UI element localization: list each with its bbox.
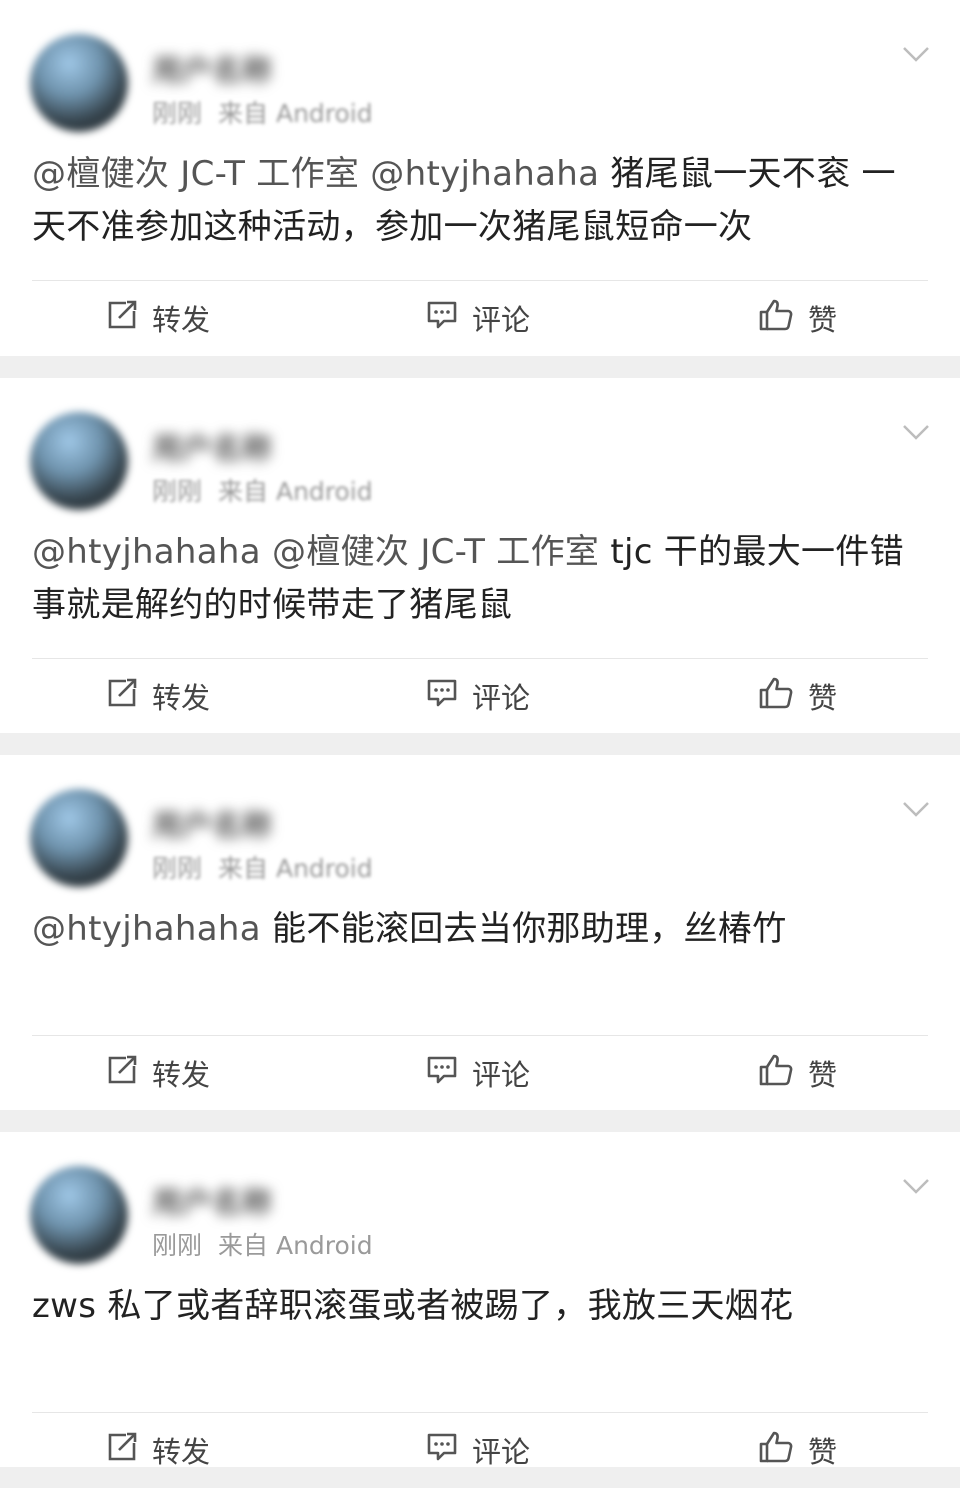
post-source: 来自 Android <box>218 477 373 506</box>
post-meta: 刚刚 来自 Android <box>152 94 373 130</box>
repost-icon <box>106 299 152 338</box>
like-label: 赞 <box>808 303 838 337</box>
comment-label: 评论 <box>472 1058 531 1092</box>
comment-button[interactable]: 评论 <box>426 1035 530 1111</box>
thumbs-up-icon <box>758 298 808 339</box>
like-label: 赞 <box>808 681 838 715</box>
comment-feed: 用户名称 刚刚 来自 Android @檀健次 JC-T 工作室 @htyjhahah… <box>0 0 960 1469</box>
post-time: 刚刚 <box>152 99 203 128</box>
username[interactable]: 用户名称 <box>152 1178 272 1222</box>
comment-icon <box>426 300 472 337</box>
post-meta: 刚刚 来自 Android <box>152 1226 373 1262</box>
avatar[interactable] <box>30 34 128 132</box>
mention-link[interactable]: @htyjhahaha @檀健次 JC-T 工作室 <box>32 532 610 572</box>
comment-text: @檀健次 JC-T 工作室 @htyjhahaha 猪尾鼠一天不衮 一天不准参加… <box>32 148 920 254</box>
comment-text: @htyjhahaha @檀健次 JC-T 工作室 tjc 干的最大一件错事就是… <box>32 526 920 632</box>
like-label: 赞 <box>808 1435 838 1469</box>
comment-label: 评论 <box>472 303 531 337</box>
like-label: 赞 <box>808 1058 838 1092</box>
action-bar: 转发 评论 赞 <box>0 658 960 734</box>
repost-button[interactable]: 转发 <box>106 1035 210 1111</box>
like-button[interactable]: 赞 <box>758 1412 837 1488</box>
comment-button[interactable]: 评论 <box>426 280 530 356</box>
avatar[interactable] <box>30 412 128 510</box>
comment-body: zws 私了或者辞职滚蛋或者被踢了，我放三天烟花 <box>32 1286 794 1326</box>
repost-label: 转发 <box>152 1058 211 1092</box>
thumbs-up-icon <box>758 1053 808 1094</box>
avatar[interactable] <box>30 1166 128 1264</box>
comment-card: 用户名称刚刚 来自 Android @htyjhahaha @檀健次 JC-T 工作… <box>0 378 960 733</box>
post-source: 来自 Android <box>218 854 373 883</box>
repost-icon <box>106 1431 152 1470</box>
post-meta: 刚刚 来自 Android <box>152 472 373 508</box>
mention-link[interactable]: @檀健次 JC-T 工作室 @htyjhahaha <box>32 154 610 194</box>
post-time: 刚刚 <box>152 1231 203 1260</box>
comment-icon <box>426 678 472 715</box>
post-source: 来自 Android <box>218 1231 373 1260</box>
comment-button[interactable]: 评论 <box>426 1412 530 1488</box>
comment-icon <box>426 1432 472 1469</box>
like-button[interactable]: 赞 <box>758 658 837 734</box>
repost-icon <box>106 677 152 716</box>
like-button[interactable]: 赞 <box>758 280 837 356</box>
comment-card: 用户名称刚刚 来自 Android @htyjhahaha 能不能滚回去当你那助理，… <box>0 755 960 1110</box>
post-time: 刚刚 <box>152 854 203 883</box>
repost-button[interactable]: 转发 <box>106 658 210 734</box>
comment-icon <box>426 1055 472 1092</box>
chevron-down-icon[interactable] <box>902 44 930 64</box>
thumbs-up-icon <box>758 676 808 717</box>
thumbs-up-icon <box>758 1430 808 1471</box>
comment-label: 评论 <box>472 681 531 715</box>
comment-body: 能不能滚回去当你那助理，丝椿竹 <box>272 909 787 949</box>
repost-button[interactable]: 转发 <box>106 1412 210 1488</box>
chevron-down-icon[interactable] <box>902 799 930 819</box>
repost-label: 转发 <box>152 1435 211 1469</box>
comment-card: 用户名称刚刚 来自 Android zws 私了或者辞职滚蛋或者被踢了，我放三天烟花… <box>0 1132 960 1469</box>
username[interactable]: 用户名称 <box>152 46 272 90</box>
chevron-down-icon[interactable] <box>902 422 930 442</box>
action-bar: 转发 评论 赞 <box>0 1035 960 1111</box>
post-source: 来自 Android <box>218 99 373 128</box>
repost-label: 转发 <box>152 303 211 337</box>
comment-text: zws 私了或者辞职滚蛋或者被踢了，我放三天烟花 <box>32 1280 920 1333</box>
username[interactable]: 用户名称 <box>152 801 272 845</box>
repost-icon <box>106 1054 152 1093</box>
post-meta: 刚刚 来自 Android <box>152 849 373 885</box>
comment-text: @htyjhahaha 能不能滚回去当你那助理，丝椿竹 <box>32 903 920 956</box>
comment-button[interactable]: 评论 <box>426 658 530 734</box>
repost-button[interactable]: 转发 <box>106 280 210 356</box>
avatar[interactable] <box>30 789 128 887</box>
mention-link[interactable]: @htyjhahaha <box>32 909 272 949</box>
chevron-down-icon[interactable] <box>902 1176 930 1196</box>
username[interactable]: 用户名称 <box>152 424 272 468</box>
post-time: 刚刚 <box>152 477 203 506</box>
action-bar: 转发 评论 赞 <box>0 1412 960 1488</box>
comment-card: 用户名称刚刚 来自 Android @檀健次 JC-T 工作室 @htyjhahah… <box>0 0 960 356</box>
repost-label: 转发 <box>152 681 211 715</box>
like-button[interactable]: 赞 <box>758 1035 837 1111</box>
action-bar: 转发 评论 赞 <box>0 280 960 356</box>
comment-label: 评论 <box>472 1435 531 1469</box>
